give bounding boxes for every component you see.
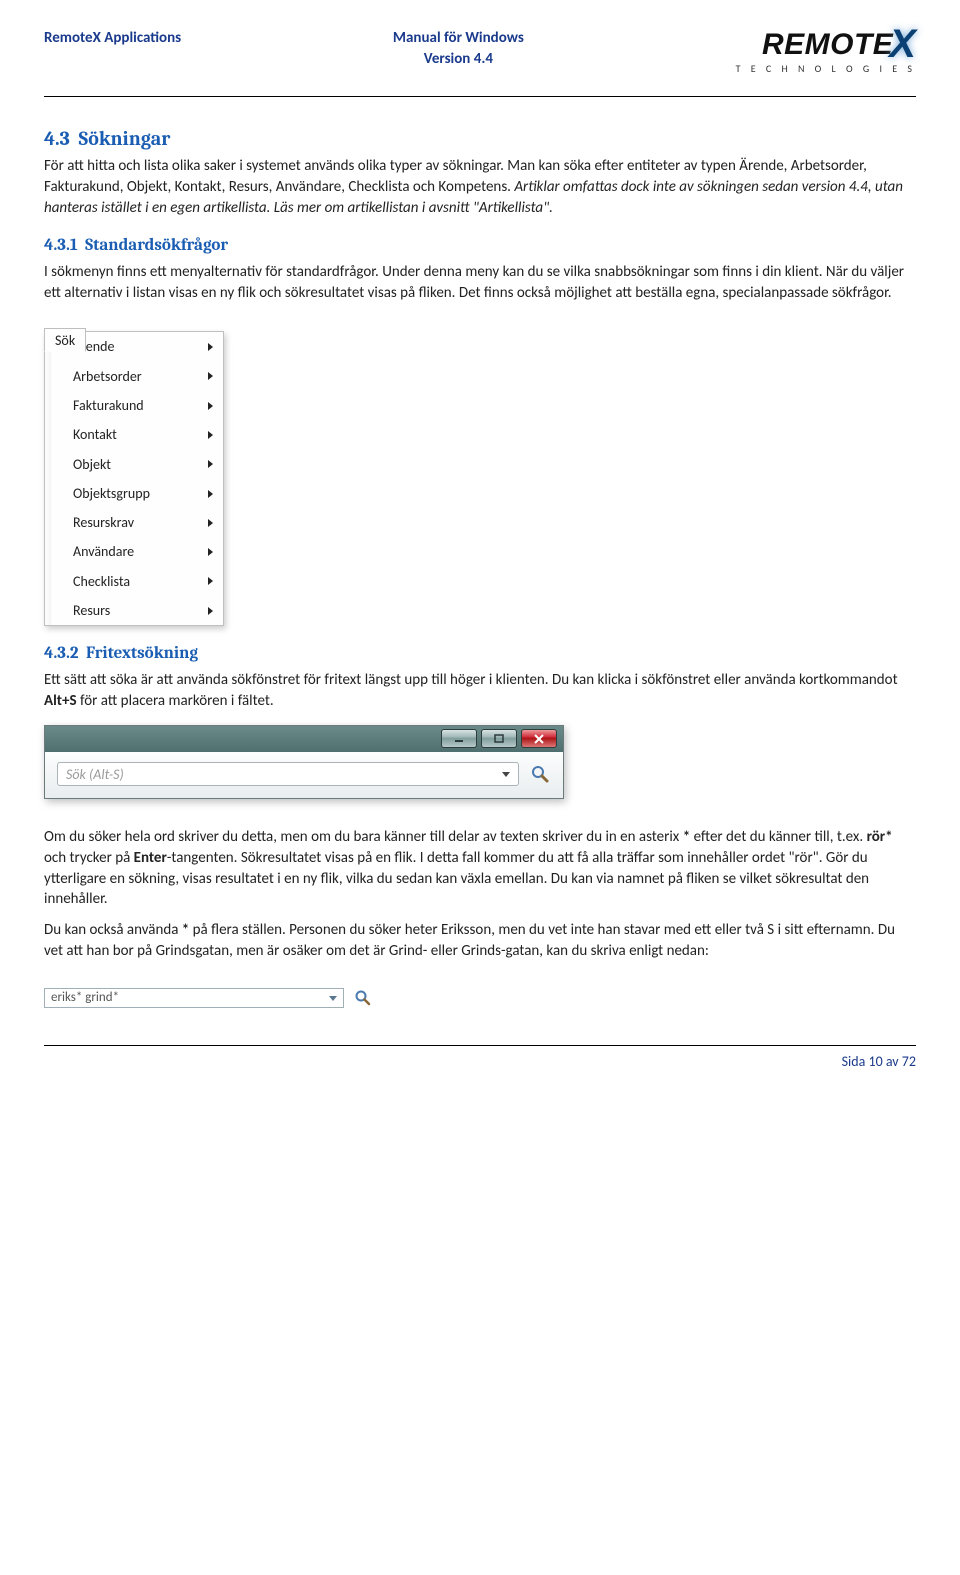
menu-item-label: Objektsgrupp <box>73 484 150 503</box>
menu-item[interactable]: Objekt <box>45 450 223 479</box>
header-line1: Manual för Windows <box>393 28 524 49</box>
logo-subtitle: T E C H N O L O G I E S <box>736 62 916 76</box>
submenu-arrow-icon <box>208 343 213 351</box>
minimize-icon <box>454 735 464 743</box>
example-search-field: eriks* grind* <box>44 987 374 1009</box>
menu-item[interactable]: Objektsgrupp <box>45 479 223 508</box>
page-header: RemoteX Applications Manual för Windows … <box>44 28 916 97</box>
para-text: Ett sätt att söka är att använda sökföns… <box>44 671 898 689</box>
menu-item[interactable]: Resurskrav <box>45 508 223 537</box>
menu-item[interactable]: Checklista <box>45 567 223 596</box>
submenu-arrow-icon <box>208 607 213 615</box>
header-title: Manual för Windows Version 4.4 <box>393 28 524 69</box>
para-text: efter det du känner till, t.ex. <box>690 828 866 846</box>
search-menu-screenshot: Sök ÄrendeArbetsorderFakturakundKontaktO… <box>44 331 916 626</box>
bold-text: rör* <box>867 828 893 846</box>
para-text: för att placera markören i fältet. <box>77 692 274 710</box>
para-text: Du kan också använda <box>44 921 182 939</box>
section-4.3-title: 4.3 Sökningar <box>44 125 916 153</box>
magnifier-icon <box>354 989 372 1007</box>
section-4.3.2-paragraph3: Du kan också använda * på flera ställen.… <box>44 920 916 961</box>
example-search-input[interactable]: eriks* grind* <box>44 988 344 1008</box>
para-text: och trycker på <box>44 849 134 867</box>
menu-item-label: Arbetsorder <box>73 367 142 386</box>
submenu-arrow-icon <box>208 490 213 498</box>
section-4.3.2-title: 4.3.2 Fritextsökning <box>44 642 916 665</box>
submenu-arrow-icon <box>208 431 213 439</box>
header-line2: Version 4.4 <box>393 49 524 70</box>
close-icon <box>533 734 545 744</box>
page-footer: Sida 10 av 72 <box>44 1045 916 1071</box>
menu-item-label: Användare <box>73 542 134 561</box>
menu-item[interactable]: Kontakt <box>45 420 223 449</box>
bold-text: Enter <box>134 849 167 867</box>
menu-item-label: Checklista <box>73 572 130 591</box>
submenu-arrow-icon <box>208 548 213 556</box>
magnifier-icon <box>530 764 550 784</box>
search-input[interactable]: Sök (Alt-S) <box>57 762 519 786</box>
section-4.3.2-paragraph2: Om du söker hela ord skriver du detta, m… <box>44 827 916 910</box>
section-name: Sökningar <box>79 127 171 150</box>
submenu-arrow-icon <box>208 519 213 527</box>
menu-item-label: Kontakt <box>73 425 117 444</box>
submenu-arrow-icon <box>208 460 213 468</box>
menu-item[interactable]: Användare <box>45 537 223 566</box>
menu-item-label: Resurs <box>73 601 110 620</box>
window-maximize-button[interactable] <box>481 729 517 748</box>
search-placeholder: Sök (Alt-S) <box>66 765 124 784</box>
section-4.3.2-paragraph1: Ett sätt att söka är att använda sökföns… <box>44 670 916 711</box>
search-toolbar: Sök (Alt-S) <box>45 752 563 798</box>
window-titlebar <box>45 726 563 752</box>
dropdown-arrow-icon[interactable] <box>502 772 510 777</box>
menu-item[interactable]: Fakturakund <box>45 391 223 420</box>
logo-x-icon: X <box>889 28 916 60</box>
logo: REMOTE X T E C H N O L O G I E S <box>736 28 916 76</box>
menu-item[interactable]: Arbetsorder <box>45 362 223 391</box>
dropdown-arrow-icon[interactable] <box>329 996 337 1001</box>
submenu-arrow-icon <box>208 402 213 410</box>
search-window-screenshot: Sök (Alt-S) <box>44 725 564 799</box>
section-number: 4.3 <box>44 127 70 150</box>
menu-item-label: Fakturakund <box>73 396 144 415</box>
submenu-arrow-icon <box>208 372 213 380</box>
para-text: -tangenten. Sökresultatet visas på en fl… <box>44 849 869 908</box>
submenu-arrow-icon <box>208 577 213 585</box>
shortcut-text: Alt+S <box>44 692 77 710</box>
menu-tab-sok[interactable]: Sök <box>44 328 86 351</box>
search-button[interactable] <box>529 763 551 785</box>
section-4.3-paragraph: För att hitta och lista olika saker i sy… <box>44 156 916 218</box>
subsection-name: Standardsökfrågor <box>85 236 228 255</box>
subsection-number: 4.3.2 <box>44 644 78 663</box>
menu-item[interactable]: Resurs <box>45 596 223 625</box>
example-search-value: eriks* grind* <box>51 989 119 1007</box>
menu-item-label: Resurskrav <box>73 513 134 532</box>
logo-text: REMOTE <box>762 30 893 60</box>
menu-item-label: Objekt <box>73 455 111 474</box>
para-text: Om du söker hela ord skriver du detta, m… <box>44 828 683 846</box>
subsection-number: 4.3.1 <box>44 236 78 255</box>
section-4.3.1-paragraph: I sökmenyn finns ett menyalternativ för … <box>44 262 916 303</box>
window-minimize-button[interactable] <box>441 729 477 748</box>
section-4.3.1-title: 4.3.1 Standardsökfrågor <box>44 234 916 257</box>
maximize-icon <box>494 734 504 743</box>
subsection-name: Fritextsökning <box>86 644 198 663</box>
header-app-name: RemoteX Applications <box>44 28 181 49</box>
example-search-button[interactable] <box>352 987 374 1009</box>
window-close-button[interactable] <box>521 729 557 748</box>
